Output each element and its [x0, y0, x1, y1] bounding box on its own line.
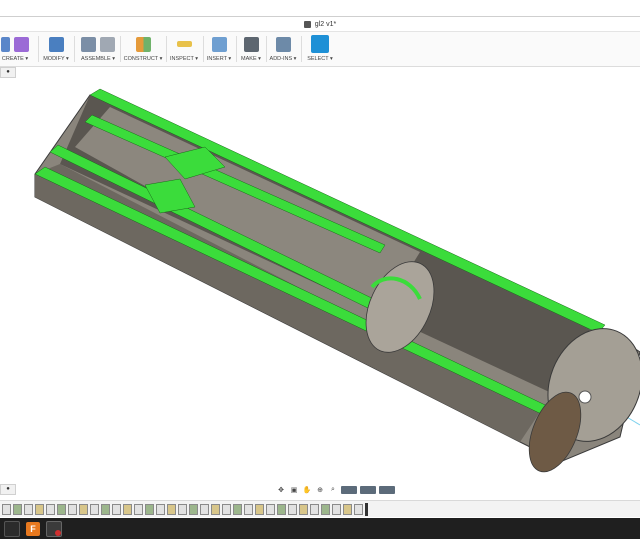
- timeline-feature[interactable]: [134, 503, 143, 515]
- timeline-feature[interactable]: [299, 503, 308, 515]
- timeline-feature[interactable]: [332, 503, 341, 515]
- construct-label: CONSTRUCT ▾: [123, 56, 163, 62]
- timeline-feature[interactable]: [46, 503, 55, 515]
- timeline-feature[interactable]: [288, 503, 297, 515]
- create-group[interactable]: CREATE ▾: [0, 34, 30, 64]
- make-group[interactable]: MAKE ▾: [240, 34, 262, 64]
- timeline-feature[interactable]: [266, 503, 275, 515]
- timeline-feature[interactable]: [222, 503, 231, 515]
- orbit-icon[interactable]: ✥: [276, 486, 286, 494]
- press-pull-icon[interactable]: [48, 36, 64, 52]
- timeline-feature[interactable]: [57, 503, 66, 515]
- separator: [266, 36, 267, 62]
- offset-plane-icon[interactable]: [135, 36, 151, 52]
- viewports-icon[interactable]: [379, 485, 395, 494]
- timeline-feature[interactable]: [101, 503, 110, 515]
- timeline-feature[interactable]: [354, 503, 363, 515]
- select-arrow-icon[interactable]: [311, 35, 329, 53]
- section-view-model: [34, 88, 640, 473]
- timeline-feature[interactable]: [343, 503, 352, 515]
- scripts-addins-icon[interactable]: [275, 36, 291, 52]
- timeline-feature[interactable]: [156, 503, 165, 515]
- app-top-strip: [0, 0, 640, 17]
- document-tab[interactable]: gl2 v1*: [0, 17, 640, 32]
- look-at-icon[interactable]: ▣: [289, 486, 299, 494]
- inspect-label: INSPECT ▾: [169, 56, 199, 62]
- insert-group[interactable]: INSERT ▾: [207, 34, 231, 64]
- timeline-feature[interactable]: [277, 503, 286, 515]
- fusion-app-icon[interactable]: F: [26, 521, 40, 536]
- insert-label: INSERT ▾: [206, 56, 232, 62]
- separator: [203, 36, 204, 62]
- make-label: MAKE ▾: [241, 56, 261, 62]
- separator: [74, 36, 75, 62]
- model-viewport[interactable]: [0, 67, 640, 497]
- timeline-feature[interactable]: [244, 503, 253, 515]
- modify-label: MODIFY ▾: [43, 56, 69, 62]
- timeline-feature[interactable]: [68, 503, 77, 515]
- timeline-feature[interactable]: [167, 503, 176, 515]
- assemble-label: ASSEMBLE ▾: [81, 56, 115, 62]
- separator: [38, 36, 39, 62]
- comments-toggle[interactable]: ●: [0, 484, 16, 495]
- measure-icon[interactable]: [176, 41, 192, 47]
- display-settings-icon[interactable]: [341, 485, 357, 494]
- insert-image-icon[interactable]: [211, 36, 227, 52]
- timeline-feature[interactable]: [24, 503, 33, 515]
- timeline-feature[interactable]: [112, 503, 121, 515]
- feature-timeline: [0, 500, 640, 517]
- 3d-print-icon[interactable]: [243, 36, 259, 52]
- joint-icon[interactable]: [100, 36, 115, 52]
- document-title: gl2 v1*: [314, 20, 337, 28]
- timeline-feature[interactable]: [211, 503, 220, 515]
- addins-label: ADD-INS ▾: [269, 56, 297, 62]
- timeline-feature[interactable]: [178, 503, 187, 515]
- create-label: CREATE ▾: [1, 56, 29, 62]
- timeline-feature[interactable]: [13, 503, 22, 515]
- end-hole: [578, 390, 592, 404]
- addins-group[interactable]: ADD-INS ▾: [270, 34, 296, 64]
- grid-icon[interactable]: [360, 485, 376, 494]
- zoom-icon[interactable]: ⊕: [315, 486, 325, 494]
- timeline-feature[interactable]: [189, 503, 198, 515]
- inspect-group[interactable]: INSPECT ▾: [169, 34, 199, 64]
- pan-icon[interactable]: ✋: [302, 486, 312, 494]
- select-label: SELECT ▾: [307, 56, 333, 62]
- timeline-feature[interactable]: [35, 503, 44, 515]
- taskbar-app-icon[interactable]: [4, 520, 20, 537]
- timeline-feature[interactable]: [90, 503, 99, 515]
- form-icon[interactable]: [14, 36, 29, 52]
- separator: [166, 36, 167, 62]
- timeline-feature[interactable]: [123, 503, 132, 515]
- modify-group[interactable]: MODIFY ▾: [43, 34, 69, 64]
- navigation-bar: ✥ ▣ ✋ ⊕ ⌕: [276, 484, 395, 495]
- separator: [236, 36, 237, 62]
- box-icon[interactable]: [1, 36, 10, 52]
- construct-group[interactable]: CONSTRUCT ▾: [124, 34, 162, 64]
- os-taskbar: F: [0, 518, 640, 539]
- main-toolbar: CREATE ▾ MODIFY ▾ ASSEMBLE ▾ CONSTRUCT ▾…: [0, 32, 640, 67]
- separator: [120, 36, 121, 62]
- timeline-feature[interactable]: [79, 503, 88, 515]
- timeline-feature[interactable]: [255, 503, 264, 515]
- timeline-feature[interactable]: [200, 503, 209, 515]
- timeline-feature[interactable]: [145, 503, 154, 515]
- separator: [301, 36, 302, 62]
- timeline-feature[interactable]: [321, 503, 330, 515]
- timeline-feature[interactable]: [2, 503, 11, 515]
- timeline-marker[interactable]: [365, 502, 368, 516]
- assemble-group[interactable]: ASSEMBLE ▾: [80, 34, 116, 64]
- select-group[interactable]: SELECT ▾: [306, 34, 334, 64]
- timeline-feature[interactable]: [233, 503, 242, 515]
- taskbar-app-icon[interactable]: [46, 520, 62, 537]
- fit-icon[interactable]: ⌕: [328, 486, 338, 494]
- new-component-icon[interactable]: [81, 36, 96, 52]
- document-icon: [303, 20, 311, 28]
- timeline-feature[interactable]: [310, 503, 319, 515]
